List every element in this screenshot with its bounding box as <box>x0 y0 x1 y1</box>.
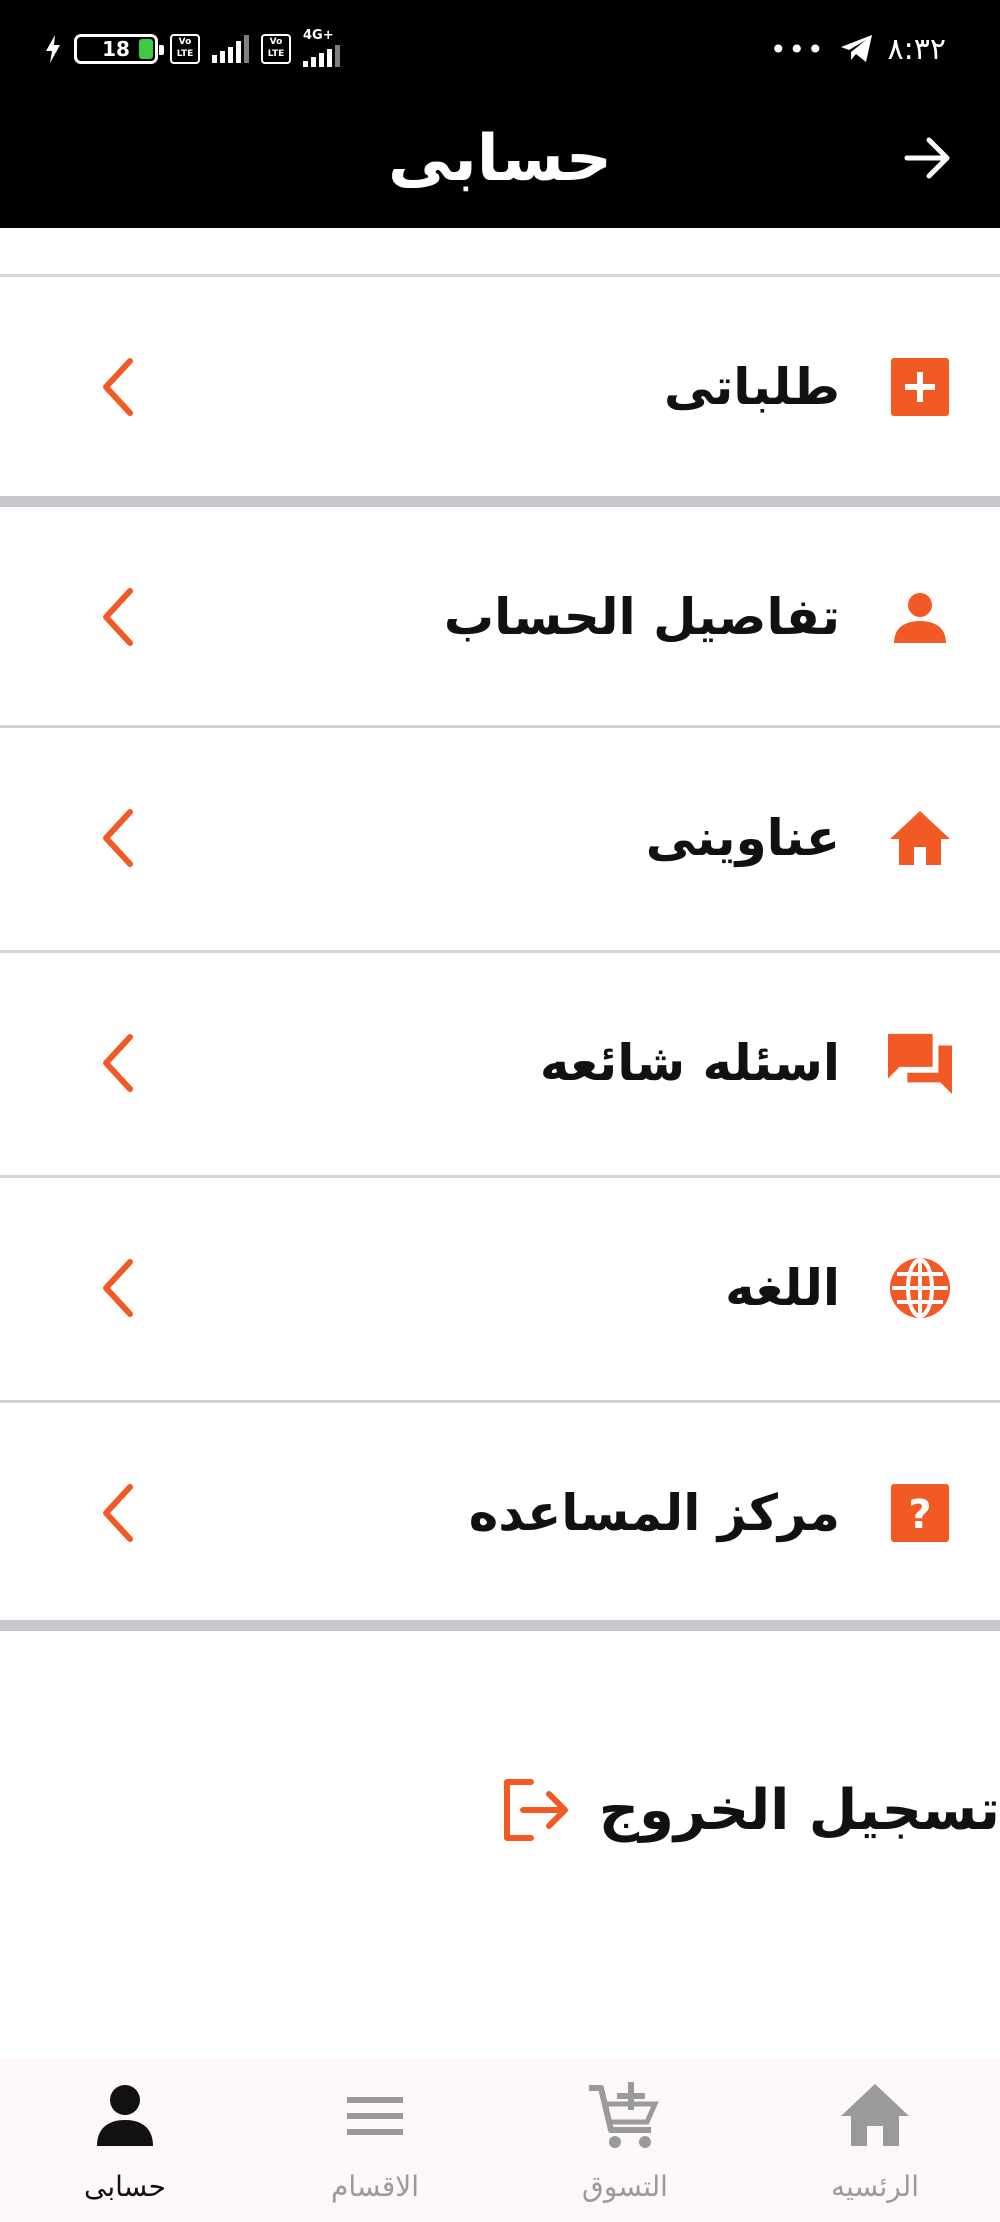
help-box-icon: ? <box>888 1481 952 1545</box>
page-title: حسابى <box>387 122 613 196</box>
nav-label: حسابى <box>84 2170 166 2203</box>
arrow-right-icon <box>904 137 950 179</box>
chevron-left-icon <box>103 588 133 646</box>
top-bar: 18 Vo LTE Vo LTE 4G+ ••• ٨:٣٢ حسابى <box>0 0 1000 228</box>
section-divider <box>0 496 1000 507</box>
logout-icon <box>503 1779 568 1841</box>
cart-plus-icon <box>589 2082 659 2148</box>
status-left: 18 Vo LTE Vo LTE 4G+ <box>44 26 340 72</box>
menu-item-label: طلباتى <box>663 358 840 416</box>
volte-icon-2: Vo LTE <box>261 34 291 64</box>
menu-item-label: اسئله شائعه <box>539 1034 840 1092</box>
chevron-left-icon <box>103 809 133 867</box>
more-notifications-icon: ••• <box>770 32 826 66</box>
menu-item-faq[interactable]: اسئله شائعه <box>0 953 1000 1173</box>
menu-item-account-details[interactable]: تفاصيل الحساب <box>0 507 1000 727</box>
clock: ٨:٣٢ <box>887 31 946 67</box>
menu-item-label: مركز المساعده <box>468 1484 840 1542</box>
volte-icon: Vo LTE <box>170 34 200 64</box>
person-icon <box>888 585 952 649</box>
nav-item-shopping[interactable]: التسوق <box>500 2058 750 2222</box>
nav-item-home[interactable]: الرئسيه <box>750 2058 1000 2222</box>
chevron-left-icon <box>103 358 133 416</box>
signal-icon-2: 4G+ <box>303 28 340 67</box>
menu-item-addresses[interactable]: عناوينى <box>0 728 1000 948</box>
home-icon <box>888 806 952 870</box>
menu-lines-icon <box>347 2097 403 2135</box>
charging-icon <box>46 35 60 63</box>
back-button[interactable] <box>898 130 958 186</box>
logout-label: تسجيل الخروج <box>598 1777 1000 1843</box>
battery-level: 18 <box>102 37 130 61</box>
nav-label: الرئسيه <box>831 2170 919 2203</box>
telegram-icon <box>840 35 872 62</box>
globe-icon <box>888 1256 952 1320</box>
nav-label: التسوق <box>582 2170 668 2203</box>
menu-item-language[interactable]: اللغه <box>0 1178 1000 1398</box>
bottom-navigation: حسابى الاقسام التسوق الرئسيه <box>0 2058 1000 2222</box>
status-right: ••• ٨:٣٢ <box>770 26 946 72</box>
person-icon <box>97 2085 153 2146</box>
network-type: 4G+ <box>303 28 334 43</box>
chevron-left-icon <box>103 1259 133 1317</box>
chevron-left-icon <box>103 1034 133 1092</box>
nav-label: الاقسام <box>331 2170 419 2203</box>
plus-box-icon <box>888 355 952 419</box>
menu-item-help-center[interactable]: ? مركز المساعده <box>0 1403 1000 1623</box>
menu-item-label: اللغه <box>725 1259 840 1317</box>
nav-item-categories[interactable]: الاقسام <box>250 2058 500 2222</box>
signal-icon <box>212 35 249 63</box>
battery-indicator: 18 <box>74 34 164 64</box>
home-icon <box>841 2084 909 2146</box>
menu-item-label: تفاصيل الحساب <box>443 588 840 646</box>
section-divider <box>0 1620 1000 1631</box>
chat-icon <box>888 1031 952 1095</box>
menu-item-label: عناوينى <box>645 809 840 867</box>
nav-item-account[interactable]: حسابى <box>0 2058 250 2222</box>
svg-text:?: ? <box>908 1492 931 1538</box>
chevron-left-icon <box>103 1484 133 1542</box>
menu-item-orders[interactable]: طلباتى <box>0 277 1000 497</box>
logout-button[interactable]: تسجيل الخروج <box>501 1762 1000 1858</box>
